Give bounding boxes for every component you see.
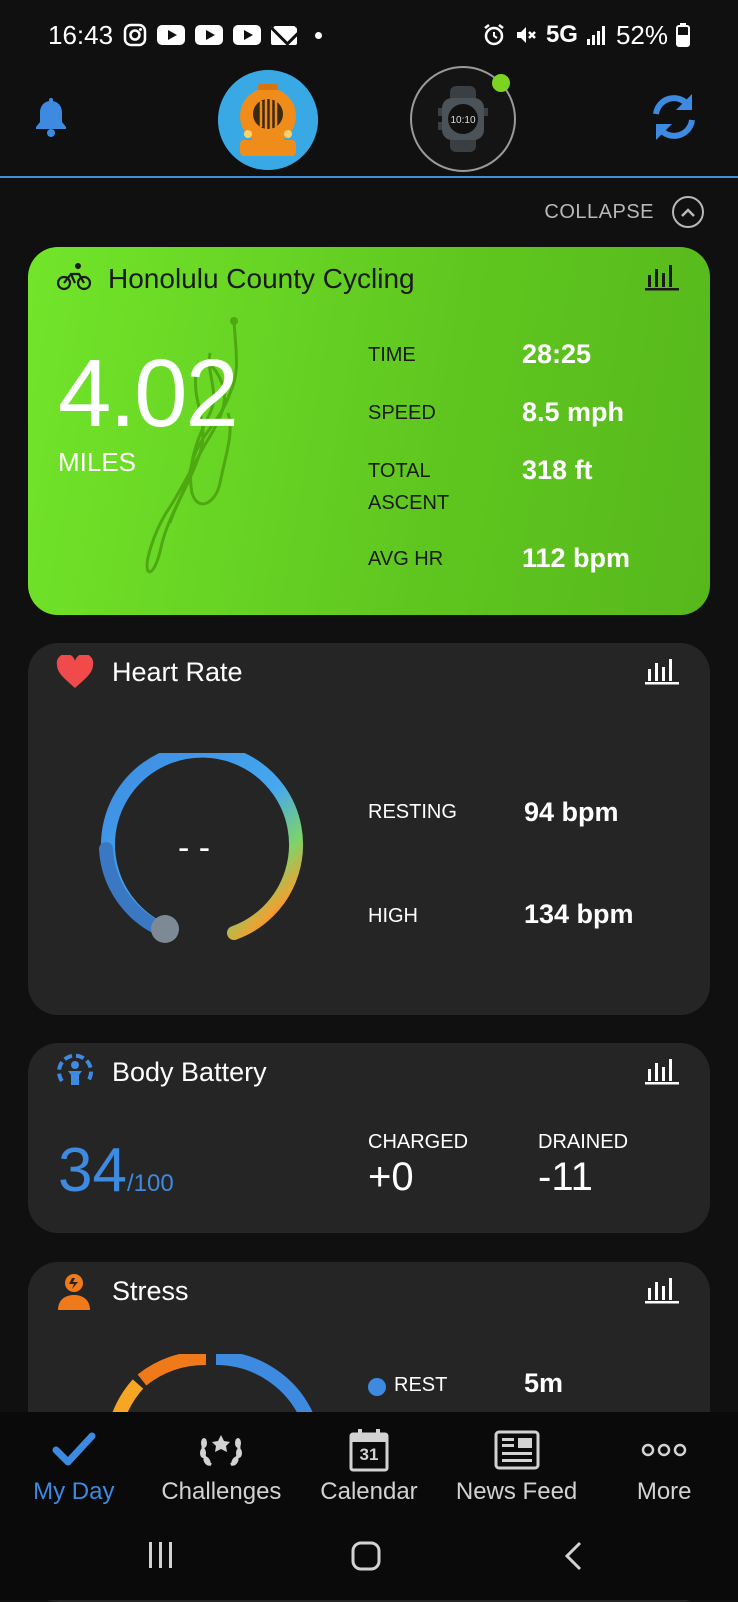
- high-value: 134 bpm: [524, 899, 634, 929]
- bottom-navigation: My Day Challenges 31 Calendar News Feed …: [0, 1412, 738, 1512]
- mail-icon: [271, 25, 298, 45]
- battery-percent: 52%: [615, 19, 668, 50]
- signal-icon: [586, 24, 608, 46]
- heart-rate-title: Heart Rate: [112, 657, 243, 687]
- body-battery-max: /100: [126, 1170, 174, 1197]
- collapse-label: COLLAPSE: [544, 200, 654, 223]
- alarm-icon: [482, 23, 506, 47]
- stat-label-avg-hr: AVG HR: [368, 548, 444, 570]
- charged-value: +0: [368, 1155, 414, 1199]
- stat-value-avg-hr: 112 bpm: [522, 543, 631, 573]
- high-label: HIGH: [368, 905, 418, 927]
- current-heart-rate: - -: [178, 829, 211, 867]
- resting-value: 94 bpm: [524, 797, 619, 827]
- stat-label-time: TIME: [368, 344, 416, 366]
- rest-label: REST: [394, 1374, 448, 1396]
- more-notifications-dot: [315, 31, 323, 39]
- charged-label: CHARGED: [368, 1131, 469, 1153]
- system-navigation-bar: [0, 1512, 738, 1600]
- activity-card[interactable]: Honolulu County Cycling 4.02 MILES TIME …: [28, 247, 710, 615]
- nav-more[interactable]: More: [590, 1412, 738, 1512]
- calendar-day: 31: [359, 1445, 379, 1464]
- body-battery-card[interactable]: Body Battery 34/100 CHARGED +0 DRAINED -…: [28, 1043, 710, 1233]
- body-battery-icon: [56, 1053, 94, 1096]
- status-bar: 16:43 5G 52%: [0, 0, 738, 70]
- nav-challenges[interactable]: Challenges: [148, 1412, 296, 1512]
- nav-label: Challenges: [161, 1478, 282, 1505]
- stat-value-ascent: 318 ft: [522, 455, 593, 485]
- heart-rate-card[interactable]: Heart Rate - - RESTING 94 bpm HIGH 134 b…: [28, 643, 710, 1015]
- back-icon[interactable]: [562, 1540, 584, 1577]
- status-time: 16:43: [48, 19, 114, 50]
- battery-icon: [676, 23, 690, 47]
- device-connected-indicator: [492, 74, 510, 92]
- sync-icon[interactable]: [648, 94, 700, 145]
- app-header: 10:10: [0, 66, 738, 178]
- stress-title: Stress: [112, 1276, 189, 1306]
- svg-text:10:10: 10:10: [450, 115, 475, 126]
- cycling-icon: [56, 261, 92, 298]
- profile-avatar[interactable]: [218, 70, 318, 170]
- bar-chart-icon[interactable]: [644, 261, 680, 296]
- newspaper-icon: [494, 1428, 540, 1472]
- body-battery-title: Body Battery: [112, 1057, 267, 1087]
- stat-value-time: 28:25: [522, 339, 592, 369]
- notification-bell-icon[interactable]: [34, 98, 68, 143]
- distance-value: 4.02: [58, 340, 239, 447]
- nav-label: More: [636, 1478, 692, 1505]
- chevron-up-icon: [672, 196, 704, 228]
- nav-label: Calendar: [320, 1478, 418, 1505]
- diver-helmet-icon: [218, 70, 318, 170]
- stress-icon: [56, 1272, 92, 1317]
- nav-calendar[interactable]: 31 Calendar: [295, 1412, 443, 1512]
- laurel-icon: [197, 1428, 245, 1472]
- stat-label-ascent: TOTAL ASCENT: [368, 460, 450, 514]
- heart-icon: [56, 653, 94, 694]
- collapse-toggle[interactable]: COLLAPSE: [544, 196, 704, 228]
- drained-label: DRAINED: [538, 1131, 629, 1153]
- nav-label: My Day: [33, 1478, 115, 1505]
- nav-label: News Feed: [455, 1478, 578, 1505]
- bar-chart-icon[interactable]: [644, 1055, 680, 1090]
- bar-chart-icon[interactable]: [644, 655, 680, 690]
- youtube-icon: [157, 25, 186, 45]
- recent-apps-icon[interactable]: [146, 1540, 176, 1575]
- nav-my-day[interactable]: My Day: [0, 1412, 148, 1512]
- body-battery-value: 34/100: [58, 1135, 174, 1206]
- youtube-icon: [195, 25, 224, 45]
- distance-unit: MILES: [58, 447, 137, 477]
- rest-legend-dot: [368, 1378, 386, 1396]
- youtube-icon: [233, 25, 262, 45]
- instagram-icon: [123, 23, 147, 47]
- more-icon: [641, 1428, 687, 1472]
- home-icon[interactable]: [350, 1540, 382, 1577]
- nav-news-feed[interactable]: News Feed: [443, 1412, 591, 1512]
- mute-icon: [514, 23, 538, 47]
- activity-title: Honolulu County Cycling: [108, 263, 415, 294]
- network-label: 5G: [545, 21, 578, 48]
- calendar-icon: 31: [349, 1428, 389, 1472]
- resting-label: RESTING: [368, 801, 457, 823]
- stat-label-speed: SPEED: [368, 402, 436, 424]
- bar-chart-icon[interactable]: [644, 1274, 680, 1309]
- body-battery-number: 34: [58, 1136, 127, 1205]
- drained-value: -11: [538, 1155, 593, 1199]
- check-icon: [52, 1428, 96, 1472]
- rest-value: 5m: [524, 1368, 564, 1398]
- stat-value-speed: 8.5 mph: [522, 397, 625, 427]
